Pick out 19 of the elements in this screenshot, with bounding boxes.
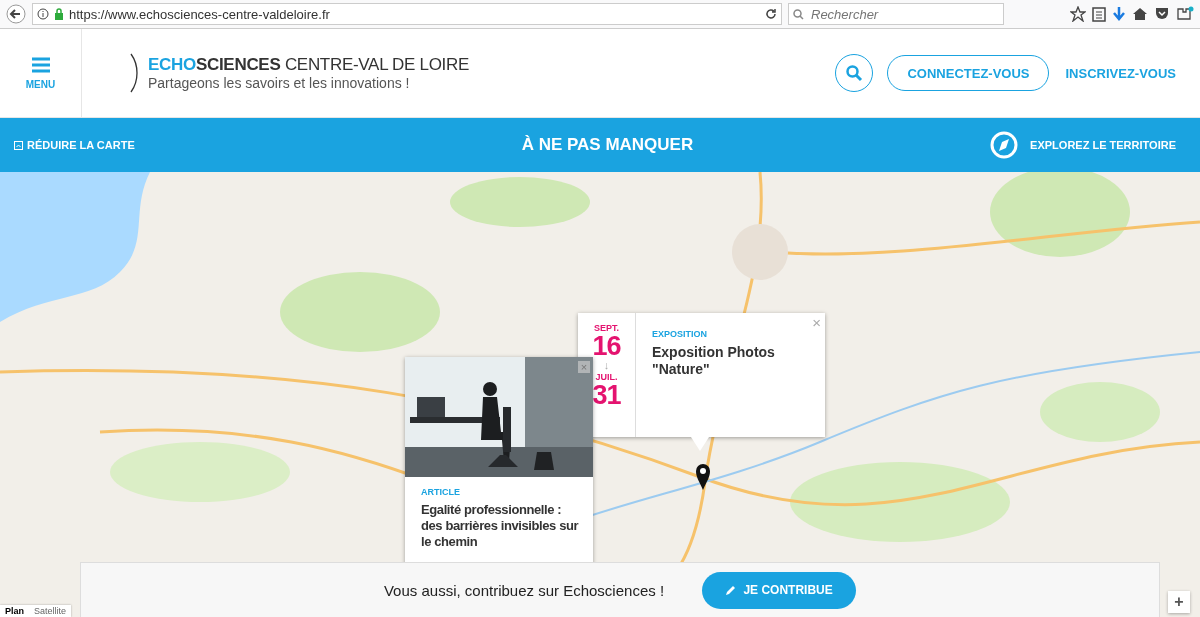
star-icon[interactable] [1070, 6, 1086, 22]
clipboard-icon[interactable] [1092, 6, 1106, 22]
logo-icon [130, 53, 138, 93]
home-icon[interactable] [1132, 6, 1148, 22]
tagline: Partageons les savoirs et les innovations ! [148, 75, 411, 91]
shield-icon[interactable] [1154, 6, 1170, 22]
menu-icon [30, 56, 51, 73]
lock-icon [54, 8, 64, 20]
back-icon[interactable] [6, 4, 26, 24]
section-title: À NE PAS MANQUER [521, 135, 694, 155]
search-button[interactable] [835, 54, 874, 92]
download-icon[interactable] [1112, 6, 1126, 22]
search-icon [845, 64, 864, 82]
collapse-icon [14, 140, 23, 150]
site-title[interactable]: ECHOSCIENCES CENTRE-VAL DE LOIRE [148, 55, 470, 75]
reload-icon[interactable] [765, 8, 777, 20]
search-field[interactable]: Rechercher [788, 3, 1004, 25]
compass-icon [990, 131, 1019, 159]
info-icon[interactable] [37, 8, 49, 20]
